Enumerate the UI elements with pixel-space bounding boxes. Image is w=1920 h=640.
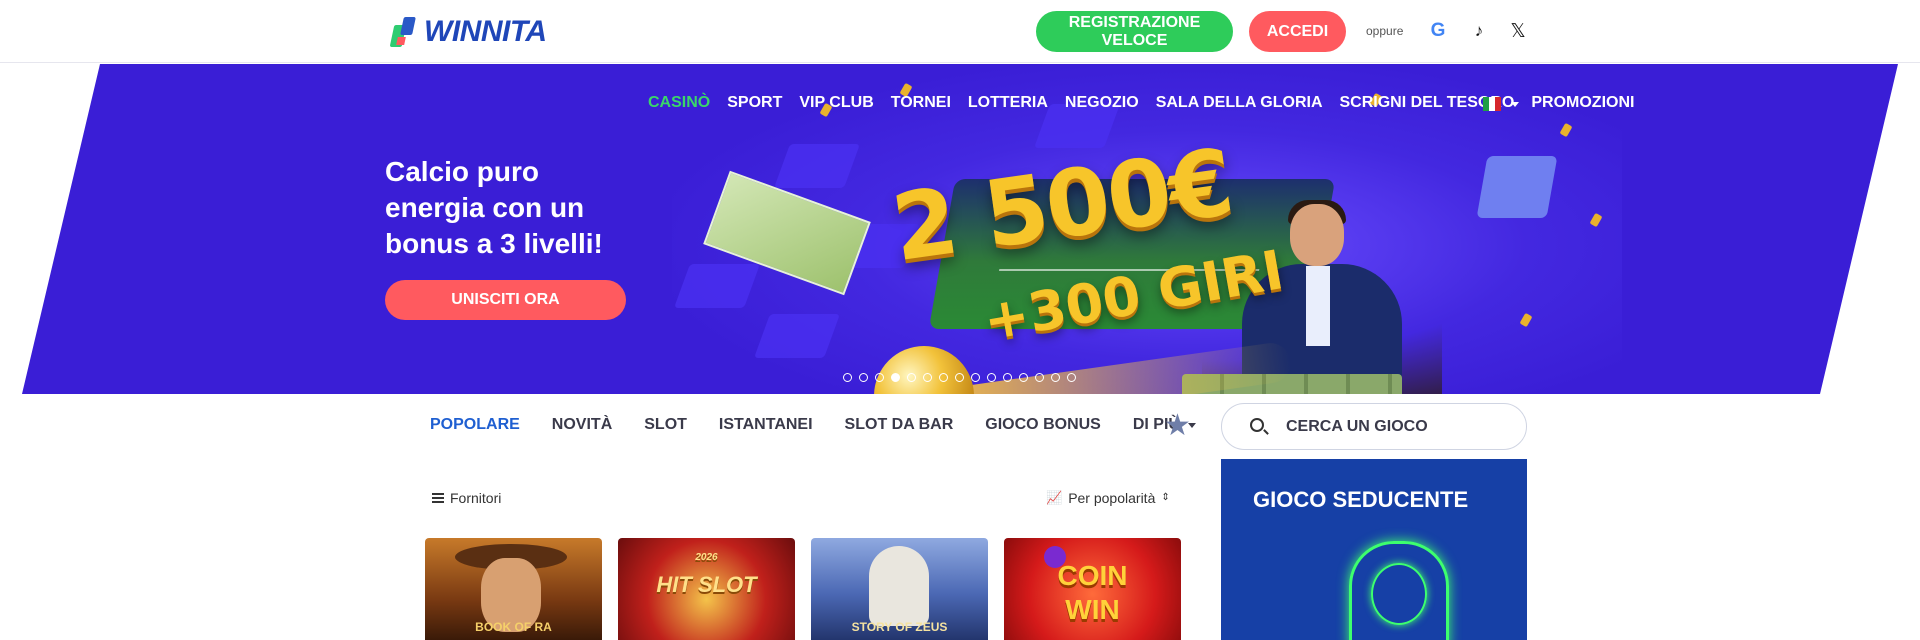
logo-text: WINNITA [424, 15, 547, 48]
sort-label: Per popolarità [1068, 490, 1156, 506]
carousel-dots [843, 373, 1076, 382]
brand-logo[interactable]: WINNITA [389, 14, 547, 50]
game-title: BOOK OF RA [475, 620, 552, 634]
nav-item-negozio[interactable]: NEGOZIO [1065, 94, 1139, 112]
carousel-dot[interactable] [875, 373, 884, 382]
sort-dropdown[interactable]: 📈 Per popolarità ⇕ [1046, 490, 1170, 506]
carousel-dot[interactable] [923, 373, 932, 382]
carousel-dot[interactable] [1051, 373, 1060, 382]
search-input[interactable] [1286, 416, 1506, 438]
tab-istantanei[interactable]: ISTANTANEI [719, 416, 813, 434]
google-icon[interactable]: G [1427, 20, 1449, 42]
game-card-book-of-ra[interactable]: BOOK OF RA [425, 538, 602, 640]
nav-item-lotteria[interactable]: LOTTERIA [968, 94, 1048, 112]
game-card-story-of-zeus[interactable]: STORY OF ZEUS [811, 538, 988, 640]
nav-item-sport[interactable]: SPORT [727, 94, 782, 112]
tab-slot[interactable]: SLOT [644, 416, 687, 434]
game-badge: 2026 [695, 552, 718, 563]
game-title-line1: COIN [1057, 560, 1128, 591]
game-title: HIT SLOT [656, 572, 757, 597]
promo-panel[interactable]: GIOCO SEDUCENTE [1221, 459, 1527, 640]
carousel-dot[interactable] [1019, 373, 1028, 382]
filter-icon [432, 493, 444, 503]
carousel-dot[interactable] [939, 373, 948, 382]
tab-popolare[interactable]: POPOLARE [430, 416, 520, 434]
hero-banner[interactable]: 2 500€ +300 GIRI [22, 64, 1898, 394]
logo-mark-icon [389, 17, 418, 47]
category-tabs: POPOLARE NOVITÀ SLOT ISTANTANEI SLOT DA … [430, 416, 1196, 434]
sort-arrows-icon: ⇕ [1161, 492, 1170, 503]
promo-title: GIOCO SEDUCENTE [1253, 487, 1469, 512]
tab-gioco-bonus[interactable]: GIOCO BONUS [985, 416, 1101, 434]
italy-flag-icon [1483, 97, 1501, 111]
neon-face-art [1371, 563, 1427, 625]
register-button[interactable]: REGISTRAZIONE VELOCE [1036, 11, 1233, 52]
carousel-dot[interactable] [987, 373, 996, 382]
game-card-coin-win[interactable]: COIN WIN [1004, 538, 1181, 640]
nav-item-casino[interactable]: CASINÒ [648, 94, 710, 112]
providers-filter[interactable]: Fornitori [432, 490, 501, 506]
or-label: oppure [1366, 24, 1404, 38]
nav-item-sala-della-gloria[interactable]: SALA DELLA GLORIA [1156, 94, 1323, 112]
nav-item-tornei[interactable]: TORNEI [891, 94, 951, 112]
chevron-down-icon [1511, 101, 1519, 107]
search-box[interactable] [1221, 403, 1527, 450]
favorites-star-icon[interactable]: ★ [1164, 411, 1191, 441]
carousel-dot[interactable] [891, 373, 900, 382]
carousel-dot[interactable] [971, 373, 980, 382]
tab-novita[interactable]: NOVITÀ [552, 416, 612, 434]
zeus-art [869, 546, 929, 626]
decor-screen [1476, 156, 1558, 218]
top-header: WINNITA REGISTRAZIONE VELOCE ACCEDI oppu… [0, 0, 1920, 63]
carousel-dot[interactable] [955, 373, 964, 382]
nav-item-vip-club[interactable]: VIP CLUB [799, 94, 873, 112]
carousel-dot[interactable] [843, 373, 852, 382]
tiktok-icon[interactable]: ♪ [1468, 20, 1490, 42]
game-title-line2: WIN [1065, 594, 1120, 625]
search-icon [1250, 418, 1264, 432]
carousel-dot[interactable] [1067, 373, 1076, 382]
hero-title: Calcio puro energia con un bonus a 3 liv… [385, 156, 603, 259]
providers-label: Fornitori [450, 490, 502, 506]
trend-chart-icon: 📈 [1046, 490, 1063, 505]
carousel-dot[interactable] [859, 373, 868, 382]
carousel-dot[interactable] [907, 373, 916, 382]
carousel-dot[interactable] [1035, 373, 1044, 382]
carousel-dot[interactable] [1003, 373, 1012, 382]
game-title: STORY OF ZEUS [851, 620, 948, 634]
tab-slot-da-bar[interactable]: SLOT DA BAR [845, 416, 954, 434]
game-card-hit-slot[interactable]: 2026 HIT SLOT [618, 538, 795, 640]
x-icon[interactable]: 𝕏 [1507, 20, 1529, 42]
language-selector[interactable] [1483, 97, 1519, 111]
join-now-button[interactable]: UNISCITI ORA [385, 280, 626, 320]
nav-item-promozioni[interactable]: PROMOZIONI [1531, 94, 1634, 112]
login-button[interactable]: ACCEDI [1249, 11, 1346, 52]
